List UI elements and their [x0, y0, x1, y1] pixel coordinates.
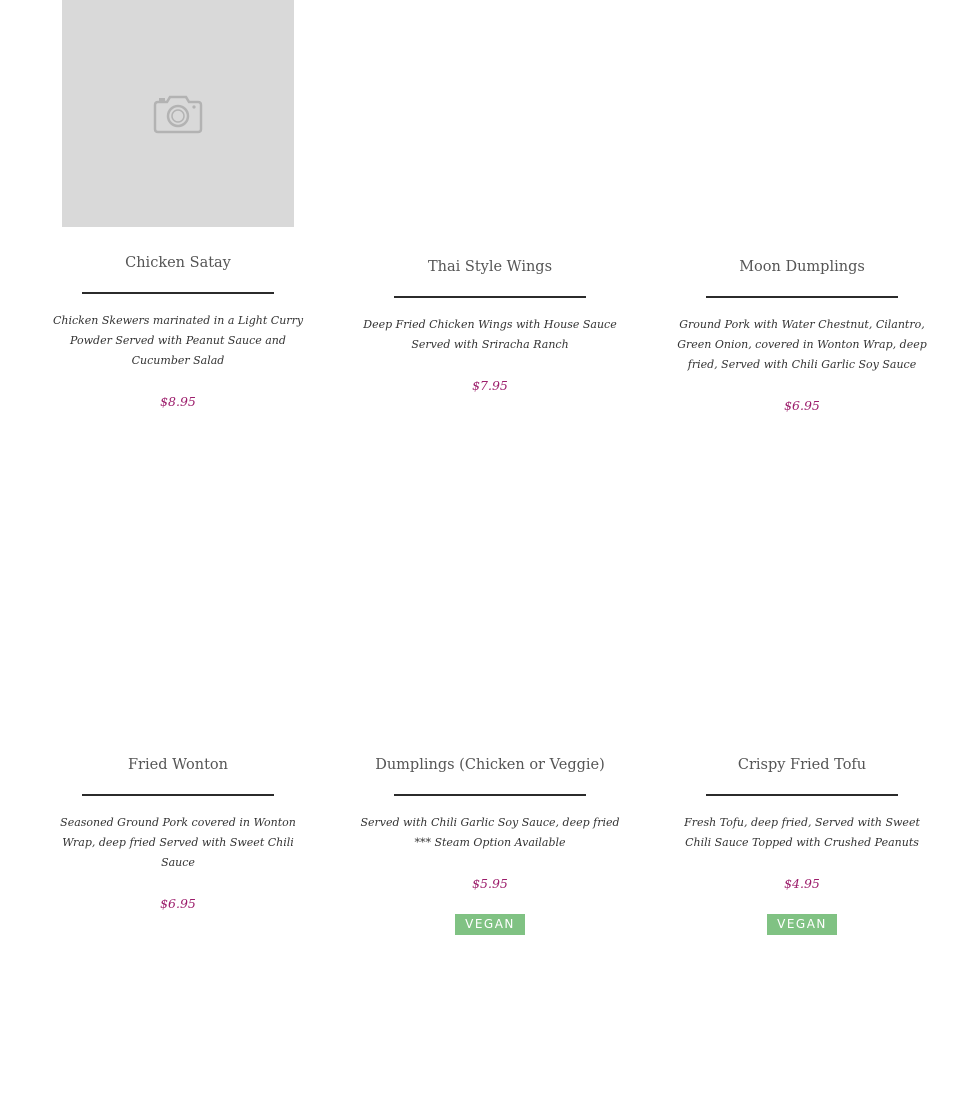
item-description: Chicken Skewers marinated in a Light Cur… [52, 314, 304, 367]
menu-item-thai-style-wings[interactable]: Thai Style Wings Deep Fried Chicken Wing… [358, 255, 622, 394]
item-title: Moon Dumplings [739, 259, 865, 275]
item-description: Fresh Tofu, deep fried, Served with Swee… [684, 816, 920, 849]
item-title: Dumplings (Chicken or Veggie) [375, 757, 605, 773]
item-description: Ground Pork with Water Chestnut, Cilantr… [677, 318, 927, 371]
menu-item-crispy-fried-tofu[interactable]: Crispy Fried Tofu Fresh Tofu, deep fried… [670, 753, 934, 935]
camera-icon [153, 94, 203, 134]
item-title: Thai Style Wings [427, 259, 553, 275]
title-divider [706, 296, 898, 298]
vegan-badge: VEGAN [455, 914, 525, 935]
menu-item-dumplings[interactable]: Dumplings (Chicken or Veggie) Served wit… [358, 753, 622, 935]
item-price: $7.95 [472, 378, 508, 393]
menu-item-moon-dumplings[interactable]: Moon Dumplings Ground Pork with Water Ch… [670, 255, 934, 414]
item-description: Seasoned Ground Pork covered in Wonton W… [60, 816, 296, 869]
vegan-badge: VEGAN [767, 914, 837, 935]
item-price: $6.95 [784, 398, 820, 413]
item-price: $5.95 [472, 876, 508, 891]
title-divider [82, 794, 274, 796]
item-price: $8.95 [160, 394, 196, 409]
item-photo-placeholder[interactable] [62, 0, 294, 227]
item-title: Chicken Satay [125, 255, 231, 271]
title-divider [394, 794, 586, 796]
title-divider [706, 794, 898, 796]
item-description: Served with Chili Garlic Soy Sauce, deep… [360, 816, 620, 849]
item-title: Crispy Fried Tofu [737, 757, 867, 773]
title-divider [82, 292, 274, 294]
item-title: Fried Wonton [128, 757, 228, 773]
item-description: Deep Fried Chicken Wings with House Sauc… [363, 318, 617, 351]
item-price: $6.95 [160, 896, 196, 911]
menu-item-chicken-satay[interactable]: Chicken Satay Chicken Skewers marinated … [46, 251, 310, 410]
title-divider [394, 296, 586, 298]
menu-item-fried-wonton[interactable]: Fried Wonton Seasoned Ground Pork covere… [46, 753, 310, 912]
item-price: $4.95 [784, 876, 820, 891]
